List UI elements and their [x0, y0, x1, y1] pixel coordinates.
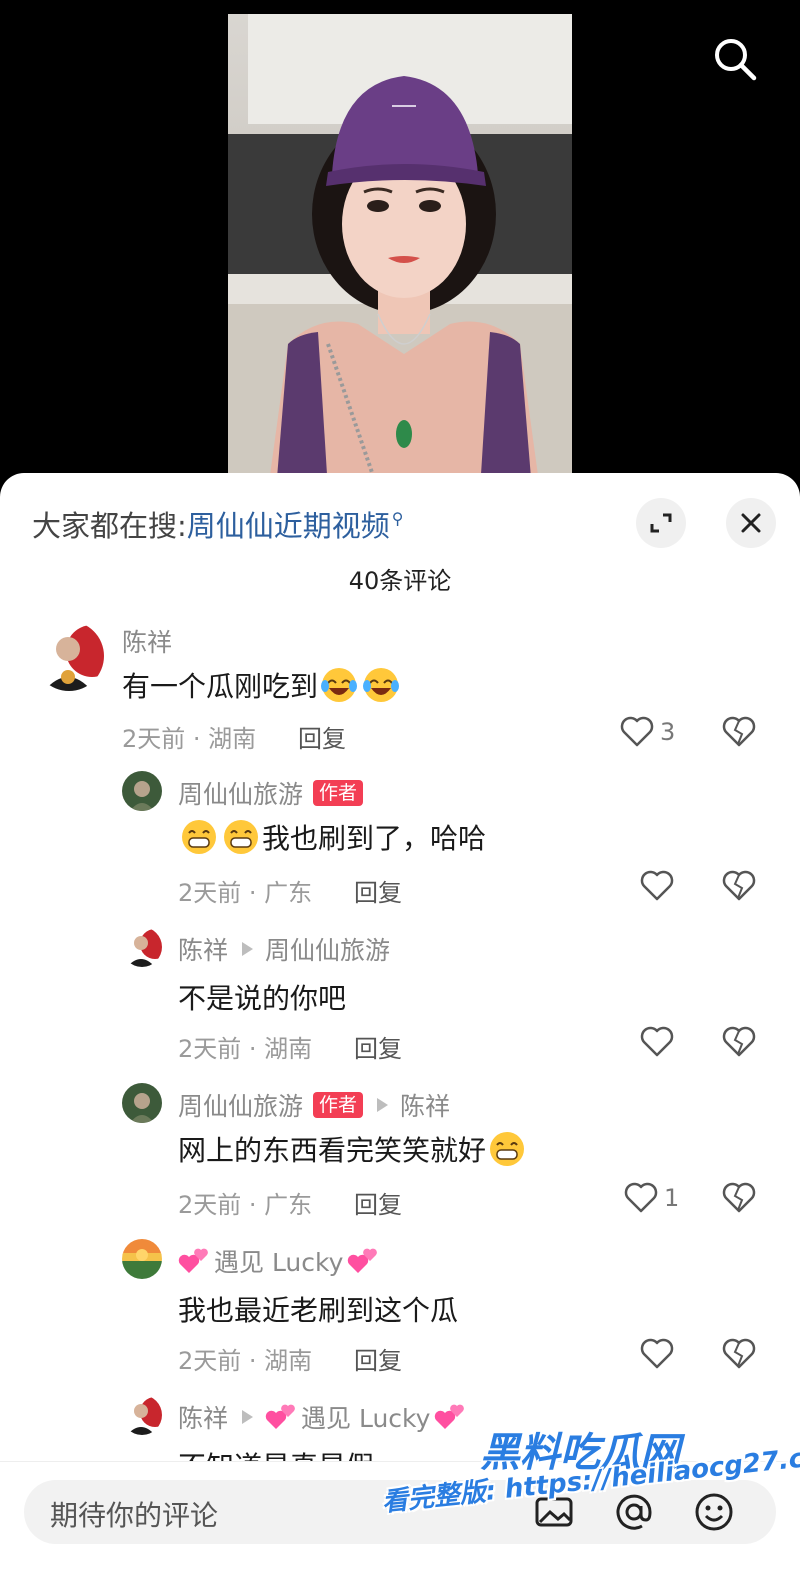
search-icon[interactable] — [712, 36, 758, 82]
reply-button[interactable]: 回复 — [354, 873, 402, 908]
trending-search[interactable]: 大家都在搜:周仙仙近期视频 ⚲ — [32, 503, 404, 545]
comment-reply-item: 陈祥 周仙仙旅游 不是说的你吧 2天前 · 湖南 回复 — [0, 927, 800, 1083]
trending-keyword[interactable]: 周仙仙近期视频 — [187, 509, 390, 543]
comment-username[interactable]: 陈祥 — [122, 623, 172, 659]
reply-arrow-icon — [242, 942, 254, 956]
close-button[interactable] — [726, 498, 776, 548]
comment-text: 有一个瓜刚吃到 — [122, 665, 402, 705]
heart-icon — [640, 1026, 674, 1057]
comment-item: 陈祥 有一个瓜刚吃到 2天前 · 湖南 回复 3 — [0, 621, 800, 771]
comment-username[interactable]: 周仙仙旅游 作者 — [178, 775, 364, 811]
broken-heart-icon — [722, 1182, 756, 1213]
comment-text: 不是说的你吧 — [178, 982, 347, 1015]
laugh-cry-emoji — [320, 666, 358, 704]
two-hearts-icon — [435, 1404, 465, 1429]
comment-reply-item: 周仙仙旅游 作者 我也刷到了，哈哈 2天前 · 广东 回复 — [0, 771, 800, 927]
broken-heart-icon — [722, 1026, 756, 1057]
reply-to-user[interactable]: 周仙仙旅游 — [265, 931, 390, 967]
comment-reply-item: 周仙仙旅游 作者 陈祥 网上的东西看完笑笑就好 2天前 · 广东 回复 1 — [0, 1083, 800, 1239]
image-button[interactable] — [532, 1490, 576, 1534]
dislike-button[interactable] — [722, 870, 756, 906]
mention-button[interactable] — [612, 1490, 656, 1534]
heart-icon — [624, 1182, 658, 1213]
avatar[interactable] — [122, 927, 162, 967]
smiley-icon — [695, 1493, 733, 1531]
avatar[interactable] — [122, 771, 162, 811]
comment-meta: 2天前 · 湖南 — [178, 1035, 313, 1063]
like-count: 1 — [664, 1184, 680, 1212]
dislike-button[interactable] — [722, 1182, 756, 1218]
comment-meta: 2天前 · 湖南 — [178, 1347, 313, 1375]
trending-prefix: 大家都在搜: — [32, 509, 187, 543]
dislike-button[interactable] — [722, 1026, 756, 1062]
grin-emoji — [488, 1130, 526, 1168]
comment-input[interactable]: 期待你的评论 — [24, 1480, 776, 1544]
heart-icon — [640, 1338, 674, 1369]
avatar[interactable] — [122, 1239, 162, 1279]
avatar[interactable] — [122, 1083, 162, 1123]
reply-button[interactable]: 回复 — [354, 1185, 402, 1220]
dislike-button[interactable] — [722, 1338, 756, 1374]
heart-icon — [620, 716, 654, 747]
reply-arrow-icon — [242, 1410, 254, 1424]
author-badge: 作者 — [313, 780, 364, 806]
author-badge: 作者 — [313, 1092, 364, 1118]
avatar[interactable] — [34, 621, 104, 691]
grin-emoji — [180, 818, 218, 856]
like-button[interactable] — [640, 1026, 674, 1058]
video-player[interactable] — [0, 0, 800, 490]
video-frame-woman-purple-cap[interactable] — [228, 14, 572, 490]
laugh-cry-emoji — [362, 666, 400, 704]
reply-to-user[interactable]: 遇见 Lucky — [301, 1399, 430, 1435]
comment-meta: 2天前 · 广东 — [178, 1191, 313, 1219]
reply-button[interactable]: 回复 — [354, 1029, 402, 1064]
like-count: 3 — [660, 718, 676, 746]
comment-meta: 2天前 · 湖南 — [122, 725, 257, 753]
heart-icon — [640, 870, 674, 901]
two-hearts-icon — [178, 1248, 208, 1273]
comment-username[interactable]: 陈祥 周仙仙旅游 — [178, 931, 390, 967]
comment-reply-item: 遇见 Lucky 我也最近老刷到这个瓜 2天前 · 湖南 回复 — [0, 1239, 800, 1395]
at-icon — [616, 1494, 652, 1530]
comment-text: 我也最近老刷到这个瓜 — [178, 1294, 459, 1327]
comment-text: 我也刷到了，哈哈 — [178, 817, 486, 857]
dislike-button[interactable] — [722, 716, 756, 752]
like-button[interactable]: 1 — [624, 1182, 679, 1214]
comment-placeholder: 期待你的评论 — [50, 1499, 219, 1532]
expand-icon — [650, 513, 672, 533]
broken-heart-icon — [722, 870, 756, 901]
comment-username[interactable]: 遇见 Lucky — [178, 1243, 379, 1279]
broken-heart-icon — [722, 716, 756, 747]
reply-button[interactable]: 回复 — [354, 1341, 402, 1376]
close-icon — [741, 513, 761, 533]
comment-text: 网上的东西看完笑笑就好 — [178, 1129, 528, 1169]
comment-sheet: 大家都在搜:周仙仙近期视频 ⚲ 40条评论 陈祥 有一个瓜刚吃到 2天前 · 湖南… — [0, 473, 800, 1593]
expand-button[interactable] — [636, 498, 686, 548]
comment-username[interactable]: 陈祥 遇见 Lucky — [178, 1399, 466, 1435]
comment-meta: 2天前 · 广东 — [178, 879, 313, 907]
comment-input-bar: 期待你的评论 — [0, 1461, 800, 1593]
comment-count: 40条评论 — [348, 567, 452, 595]
like-button[interactable]: 3 — [620, 716, 675, 748]
grin-emoji — [222, 818, 260, 856]
broken-heart-icon — [722, 1338, 756, 1369]
like-button[interactable] — [640, 870, 674, 902]
emoji-button[interactable] — [692, 1490, 736, 1534]
avatar[interactable] — [122, 1395, 162, 1435]
like-button[interactable] — [640, 1338, 674, 1370]
two-hearts-icon — [348, 1248, 378, 1273]
image-icon — [535, 1497, 573, 1527]
reply-button[interactable]: 回复 — [298, 719, 346, 754]
search-icon: ⚲ — [391, 509, 404, 528]
comment-username[interactable]: 周仙仙旅游 作者 陈祥 — [178, 1087, 450, 1123]
two-hearts-icon — [265, 1404, 295, 1429]
reply-to-user[interactable]: 陈祥 — [400, 1087, 450, 1123]
reply-arrow-icon — [377, 1098, 389, 1112]
